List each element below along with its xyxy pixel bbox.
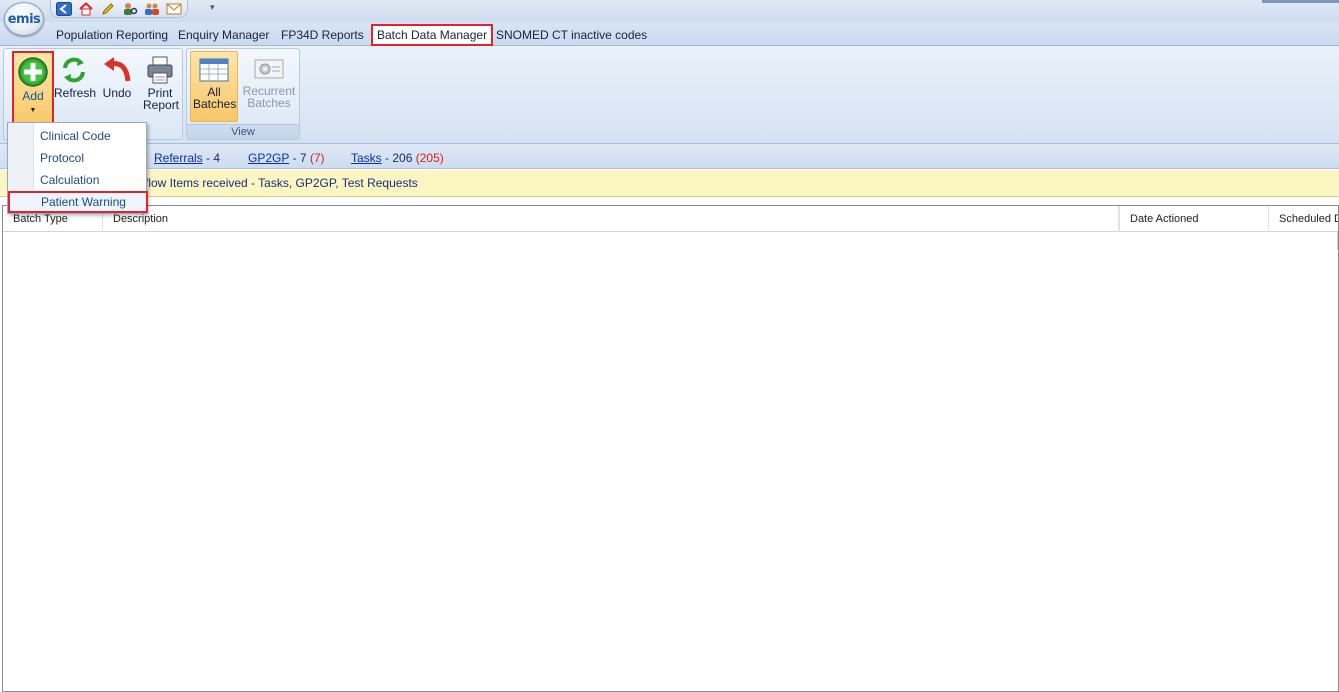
tasks-unread-count: (205) (415, 151, 444, 165)
tab-fp34d-reports[interactable]: FP34D Reports (277, 26, 368, 46)
tab-enquiry-manager[interactable]: Enquiry Manager (174, 26, 273, 46)
menu-item-patient-warning[interactable]: Patient Warning (8, 191, 148, 213)
title-bar-edge (1262, 0, 1339, 3)
referrals-link[interactable]: Referrals (154, 151, 203, 165)
refresh-icon (63, 57, 85, 83)
qat-customize-icon[interactable]: ▾ (210, 2, 215, 13)
print-report-button[interactable]: Print Report (139, 55, 181, 111)
refresh-button[interactable]: Refresh (54, 55, 97, 100)
recurrent-batch-icon (254, 59, 284, 79)
workflow-referrals: Referrals - 4 (154, 151, 220, 165)
all-batches-button[interactable]: All Batches (190, 51, 238, 122)
menu-item-protocol[interactable]: Protocol (40, 149, 84, 167)
gp2gp-count: - 7 (292, 151, 307, 165)
view-group-label: View (187, 124, 299, 139)
add-dropdown-arrow-icon: ▼ (29, 107, 37, 114)
column-date-actioned[interactable]: Date Actioned (1119, 206, 1269, 232)
ribbon-panel: Add ▼ Refresh Undo Print Report All Batc… (0, 46, 1339, 144)
tab-population-reporting[interactable]: Population Reporting (52, 26, 172, 46)
column-scheduled-date[interactable]: Scheduled Date (1269, 206, 1338, 232)
grid-header: Batch Type Description Date Actioned Sch… (3, 206, 1338, 232)
title-bar: ▾ (0, 0, 1339, 22)
undo-icon (104, 57, 131, 82)
workflow-bar: Referrals - 4 GP2GP - 7 (7) Tasks - 206 … (0, 144, 1339, 169)
menu-item-clinical-code[interactable]: Clinical Code (40, 127, 111, 145)
print-report-button-label: Print Report (143, 86, 180, 112)
refresh-button-label: Refresh (54, 86, 97, 100)
column-description[interactable]: Description (103, 206, 1119, 232)
add-button[interactable]: Add ▼ (12, 51, 54, 125)
home-icon[interactable] (77, 1, 95, 16)
tasks-count: - 206 (385, 151, 413, 165)
mail-icon[interactable] (165, 1, 183, 16)
undo-button-label: Undo (102, 86, 132, 100)
printer-icon (147, 56, 173, 84)
info-bar: flow Items received - Tasks, GP2GP, Test… (0, 170, 1339, 197)
add-plus-icon (18, 57, 48, 87)
recurrent-batches-button-label: Recurrent Batches (242, 84, 296, 110)
logo-text: emis (7, 11, 41, 27)
recurrent-batches-button[interactable]: Recurrent Batches (241, 51, 297, 109)
emis-logo[interactable]: emis (4, 2, 44, 36)
workflow-gp2gp: GP2GP - 7 (7) (248, 151, 325, 165)
quick-access-toolbar (50, 0, 188, 18)
app-window: ▾ emis Population Reporting Enquiry Mana… (0, 0, 1339, 692)
user-search-icon[interactable] (121, 1, 139, 16)
tasks-link[interactable]: Tasks (351, 151, 382, 165)
workflow-tasks: Tasks - 206 (205) (351, 151, 444, 165)
gp2gp-link[interactable]: GP2GP (248, 151, 289, 165)
all-batches-button-label: All Batches (193, 85, 237, 111)
tab-batch-data-manager[interactable]: Batch Data Manager (371, 24, 494, 46)
add-dropdown-menu: Clinical Code Protocol Calculation Patie… (7, 122, 148, 214)
table-grid-icon (199, 58, 229, 82)
ribbon-tabs: Population Reporting Enquiry Manager FP3… (0, 22, 1339, 46)
ribbon-group-view: All Batches Recurrent Batches View (186, 48, 300, 140)
back-arrow-icon[interactable] (55, 1, 73, 16)
gp2gp-unread-count: (7) (309, 151, 325, 165)
referrals-count: - 4 (206, 151, 221, 165)
info-message: flow Items received - Tasks, GP2GP, Test… (145, 176, 418, 190)
users-icon[interactable] (143, 1, 161, 16)
undo-button[interactable]: Undo (98, 55, 136, 99)
batch-grid[interactable]: Batch Type Description Date Actioned Sch… (2, 205, 1339, 692)
tab-snomed-inactive-codes[interactable]: SNOMED CT inactive codes (492, 26, 651, 46)
add-button-label: Add (22, 89, 44, 103)
menu-item-calculation[interactable]: Calculation (40, 171, 99, 189)
pencil-icon[interactable] (99, 1, 117, 16)
